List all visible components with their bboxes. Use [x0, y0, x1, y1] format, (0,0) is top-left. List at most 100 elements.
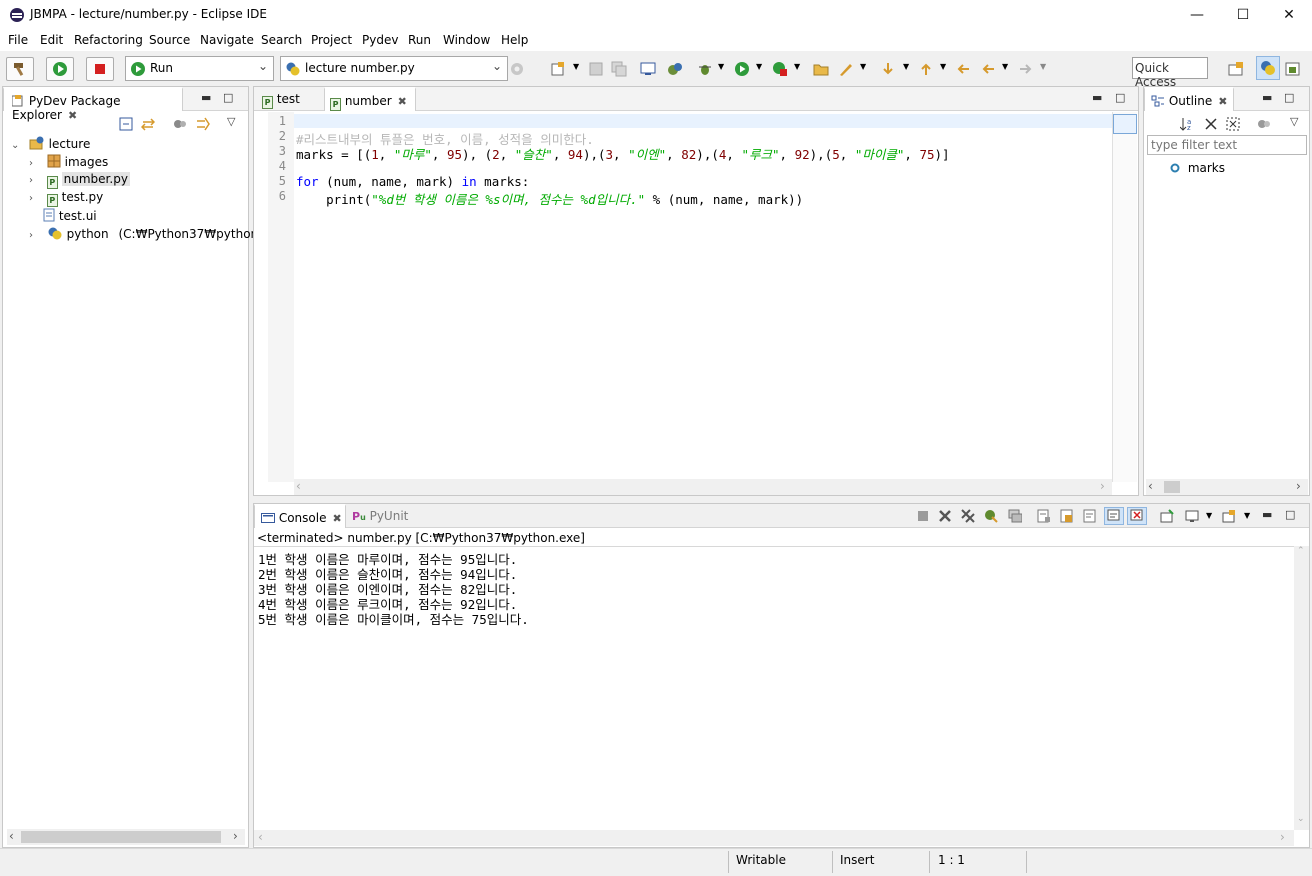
chevron-down-icon[interactable]: ▼	[860, 62, 866, 71]
scroll-left-icon[interactable]: ‹	[9, 829, 14, 843]
menu-run[interactable]: Run	[408, 33, 431, 47]
select-console-icon[interactable]	[1185, 509, 1199, 523]
chevron-right-icon[interactable]: ›	[29, 175, 43, 186]
open-console-icon[interactable]	[1222, 509, 1236, 523]
tree-item-python[interactable]: › python (C:₩Python37₩python.ex	[29, 226, 276, 244]
debug-perspective-icon[interactable]	[1285, 61, 1301, 77]
chevron-down-icon[interactable]: ⌄	[492, 59, 502, 73]
overview-ruler[interactable]	[1112, 112, 1137, 482]
tree-item-lecture[interactable]: ⌄ lecture	[11, 136, 90, 154]
next-annotation-icon[interactable]	[880, 61, 896, 77]
tree-item-test-py[interactable]: › P test.py	[29, 190, 103, 208]
gear-icon[interactable]	[509, 61, 525, 77]
code-editor[interactable]: #리스트내부의 튜플은 번호, 이름, 성적을 의미한다. marks = [(…	[254, 87, 1114, 482]
launch-target-combo[interactable]: lecture number.py ⌄	[280, 56, 508, 81]
scroll-left-icon[interactable]: ‹	[258, 830, 263, 844]
minimize-icon[interactable]: ▬	[201, 91, 211, 104]
chevron-down-icon[interactable]: ⌄	[11, 140, 25, 151]
debug-icon[interactable]	[697, 61, 713, 77]
console-icon[interactable]	[640, 61, 656, 77]
outline-filter-input[interactable]	[1147, 135, 1307, 155]
scroll-thumb[interactable]	[1164, 481, 1180, 493]
editor-hscrollbar[interactable]: ‹ ›	[294, 479, 1112, 495]
save-all-icon[interactable]	[611, 61, 627, 77]
coverage-icon[interactable]	[772, 61, 788, 77]
word-wrap-icon[interactable]	[1083, 509, 1097, 523]
chevron-down-icon[interactable]: ▼	[1206, 511, 1212, 520]
chevron-down-icon[interactable]: ▼	[573, 62, 579, 71]
chevron-down-icon[interactable]: ▼	[1040, 62, 1046, 71]
scroll-thumb[interactable]	[21, 831, 221, 843]
maximize-icon[interactable]: □	[1285, 508, 1295, 521]
tree-item-number-py[interactable]: › P number.py	[29, 172, 130, 190]
minimize-icon[interactable]: ▬	[1262, 508, 1272, 521]
run-button[interactable]	[46, 57, 74, 81]
pen-icon[interactable]	[838, 61, 854, 77]
scroll-left-icon[interactable]: ‹	[296, 479, 301, 493]
console-vscrollbar[interactable]: ⌃ ⌄	[1294, 546, 1309, 830]
last-edit-icon[interactable]	[955, 61, 971, 77]
chevron-down-icon[interactable]: ▼	[903, 62, 909, 71]
chevron-down-icon[interactable]: ▼	[940, 62, 946, 71]
forward-icon[interactable]	[1018, 61, 1034, 77]
console-output[interactable]: 1번 학생 이름은 마루이며, 점수는 95입니다. 2번 학생 이름은 슬찬이…	[254, 546, 1294, 830]
close-icon[interactable]: ✖	[1218, 95, 1227, 108]
chevron-right-icon[interactable]: ›	[29, 158, 43, 169]
chevron-down-icon[interactable]: ⌄	[258, 59, 268, 73]
chevron-down-icon[interactable]: ▼	[1244, 511, 1250, 520]
menu-navigate[interactable]: Navigate	[200, 33, 254, 47]
chevron-down-icon[interactable]: ▼	[718, 62, 724, 71]
pydev-filters-icon[interactable]	[173, 117, 187, 131]
stop-button[interactable]	[86, 57, 114, 81]
view-menu-icon[interactable]: ▽	[227, 115, 235, 128]
chevron-down-icon[interactable]: ▼	[756, 62, 762, 71]
pin-console-icon[interactable]	[1160, 509, 1174, 523]
build-button[interactable]	[6, 57, 34, 81]
tab-package-explorer[interactable]: PyDev Package Explorer ✖	[3, 87, 183, 122]
quick-access-input[interactable]: Quick Access	[1132, 57, 1208, 89]
close-icon[interactable]: ✖	[332, 512, 341, 525]
overview-marker[interactable]	[1113, 114, 1137, 134]
show-on-stdout-button[interactable]	[1104, 507, 1124, 525]
tree-item-test-ui[interactable]: test.ui	[43, 208, 97, 226]
minimize-icon[interactable]: ▬	[1262, 91, 1272, 104]
pydev-perspective-button[interactable]	[1256, 56, 1280, 80]
view-menu-icon[interactable]: ▽	[1290, 115, 1298, 128]
chevron-down-icon[interactable]: ▼	[1002, 62, 1008, 71]
new-icon[interactable]	[550, 61, 566, 77]
minimize-button[interactable]: —	[1174, 0, 1220, 31]
focus-icon[interactable]	[196, 117, 210, 131]
scroll-left-icon[interactable]: ‹	[1148, 479, 1153, 493]
outline-item-marks[interactable]: marks	[1170, 161, 1225, 175]
maximize-icon[interactable]: □	[223, 91, 233, 104]
scroll-right-icon[interactable]: ›	[233, 829, 238, 843]
chevron-down-icon[interactable]: ▼	[794, 62, 800, 71]
tab-outline[interactable]: Outline ✖	[1144, 87, 1234, 111]
outline-hscrollbar[interactable]: ‹ ›	[1146, 479, 1308, 495]
remove-all-icon[interactable]	[961, 509, 975, 523]
scroll-lock-icon[interactable]	[1060, 509, 1074, 523]
pydev-icon[interactable]	[667, 61, 683, 77]
menu-edit[interactable]: Edit	[40, 33, 63, 47]
clear-console-icon[interactable]	[1037, 509, 1051, 523]
menu-refactoring[interactable]: Refactoring	[74, 33, 143, 47]
collapse-all-icon[interactable]	[1204, 117, 1218, 131]
previous-annotation-icon[interactable]	[918, 61, 934, 77]
collapse-all-icon[interactable]	[119, 117, 133, 131]
menu-project[interactable]: Project	[311, 33, 352, 47]
close-icon[interactable]: ✖	[68, 109, 77, 122]
tree-item-images[interactable]: › images	[29, 154, 108, 172]
console-hscrollbar[interactable]: ‹ ›	[254, 830, 1294, 846]
scroll-right-icon[interactable]: ›	[1280, 830, 1285, 844]
link-editor-icon[interactable]	[141, 117, 155, 131]
open-perspective-icon[interactable]	[1228, 61, 1244, 77]
chevron-right-icon[interactable]: ›	[29, 230, 43, 241]
menu-file[interactable]: File	[8, 33, 28, 47]
maximize-icon[interactable]: □	[1284, 91, 1294, 104]
menu-window[interactable]: Window	[443, 33, 490, 47]
open-folder-icon[interactable]	[813, 61, 829, 77]
explorer-hscrollbar[interactable]: ‹ ›	[7, 829, 245, 845]
chevron-right-icon[interactable]: ›	[29, 193, 43, 204]
menu-search[interactable]: Search	[261, 33, 302, 47]
show-on-stderr-button[interactable]	[1127, 507, 1147, 525]
